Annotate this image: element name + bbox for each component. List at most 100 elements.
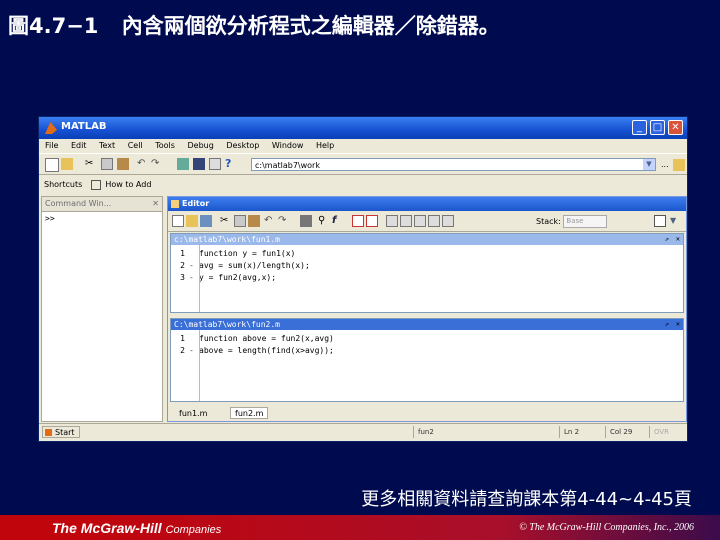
clear-breakpoints-icon[interactable] [366, 215, 378, 227]
tab-fun2[interactable]: fun2.m [230, 407, 269, 419]
code-line: 1 function y = fun1(x) [180, 249, 296, 258]
save-icon[interactable] [200, 215, 212, 227]
undock-icon[interactable]: ⇗ [665, 234, 669, 245]
close-button[interactable]: ✕ [668, 120, 683, 135]
command-window-panel[interactable]: Command Win... ✕ >> [41, 196, 163, 422]
step-in-icon[interactable] [400, 215, 412, 227]
editor-title: Editor [182, 199, 210, 208]
menu-text[interactable]: Text [99, 141, 115, 150]
status-file: fun2 [413, 426, 560, 438]
close-icon[interactable]: ✕ [676, 234, 680, 245]
file2-pane-header: C:\matlab7\work\fun2.m ⇗ ✕ [171, 319, 683, 330]
menu-edit[interactable]: Edit [71, 141, 87, 150]
file1-code[interactable]: 1 function y = fun1(x) 2- avg = sum(x)/len… [171, 245, 683, 284]
redo-icon[interactable]: ↷ [278, 215, 290, 227]
browse-folder-icon[interactable] [673, 159, 685, 171]
textbook-reference: 更多相關資料請查詢課本第4-44~4-45頁 [361, 489, 692, 510]
current-directory-value: c:\matlab7\work [255, 161, 320, 170]
menu-tools[interactable]: Tools [155, 141, 175, 150]
slide-title: 圖4.7−1 內含兩個欲分析程式之編輯器／除錯器。 [8, 10, 500, 40]
command-window-title: Command Win... [45, 199, 112, 208]
copyright-notice: © The McGraw-Hill Companies, Inc., 2006 [519, 522, 694, 533]
status-bar: Start fun2 Ln 2 Col 29 OVR [39, 423, 687, 441]
file1-pane[interactable]: c:\matlab7\work\fun1.m ⇗ ✕ 1 function y =… [170, 233, 684, 313]
window-title: MATLAB [61, 121, 107, 132]
file2-code[interactable]: 1 function above = fun2(x,avg) 2- above = … [171, 330, 683, 357]
editor-panel: Editor ✂ ↶ ↷ ⚲ f Stack: Base ▼ c:\matlab… [167, 196, 687, 422]
how-to-add-link[interactable]: How to Add [105, 180, 151, 189]
menu-desktop[interactable]: Desktop [226, 141, 259, 150]
copy-icon[interactable] [101, 158, 113, 170]
menu-window[interactable]: Window [272, 141, 304, 150]
find-icon[interactable]: ⚲ [318, 215, 330, 227]
redo-icon[interactable]: ↷ [151, 158, 163, 170]
code-line: 1 function above = fun2(x,avg) [180, 334, 334, 343]
step-icon[interactable] [386, 215, 398, 227]
stack-label: Stack: [536, 217, 561, 226]
status-line: Ln 2 [559, 426, 610, 438]
copy-icon[interactable] [234, 215, 246, 227]
current-directory-field[interactable]: c:\matlab7\work ▼ [251, 158, 656, 171]
command-prompt[interactable]: >> [42, 212, 162, 225]
mcgraw-hill-logo: The McGraw-Hill Companies [52, 520, 222, 536]
close-icon[interactable]: ✕ [676, 319, 680, 330]
code-line: 2- avg = sum(x)/length(x); [180, 261, 310, 270]
tab-fun1[interactable]: fun1.m [174, 407, 213, 419]
browse-button[interactable]: ... [661, 159, 673, 171]
figure-caption: 內含兩個欲分析程式之編輯器／除錯器。 [121, 14, 500, 38]
file2-path: C:\matlab7\work\fun2.m [174, 320, 280, 329]
menu-debug[interactable]: Debug [187, 141, 213, 150]
menu-cell[interactable]: Cell [128, 141, 143, 150]
menu-help[interactable]: Help [316, 141, 334, 150]
close-icon[interactable]: ✕ [152, 197, 159, 211]
profiler-icon[interactable] [209, 158, 221, 170]
continue-icon[interactable] [428, 215, 440, 227]
line-gutter [199, 330, 200, 401]
maximize-button[interactable]: □ [650, 120, 665, 135]
chevron-down-icon[interactable]: ▼ [643, 159, 655, 170]
stack-select[interactable]: Base [563, 215, 608, 228]
status-column: Col 29 [605, 426, 654, 438]
step-out-icon[interactable] [414, 215, 426, 227]
simulink-icon[interactable] [177, 158, 189, 170]
add-shortcut-icon[interactable] [90, 179, 101, 190]
open-folder-icon[interactable] [61, 158, 73, 170]
open-folder-icon[interactable] [186, 215, 198, 227]
cut-icon[interactable]: ✂ [85, 158, 97, 170]
function-icon[interactable]: f [332, 215, 344, 227]
exit-debug-icon[interactable] [442, 215, 454, 227]
menu-bar: File Edit Text Cell Tools Debug Desktop … [39, 139, 687, 153]
cut-icon[interactable]: ✂ [220, 215, 232, 227]
editor-header: Editor [168, 197, 686, 211]
stack-control: Stack: Base [536, 215, 608, 228]
shortcuts-label[interactable]: Shortcuts [44, 180, 82, 189]
undock-icon[interactable]: ⇗ [665, 319, 669, 330]
paste-icon[interactable] [117, 158, 129, 170]
shortcuts-toolbar: Shortcuts How to Add [39, 177, 687, 193]
code-line: 3-y = fun2(avg,x); [180, 273, 277, 282]
menu-file[interactable]: File [45, 141, 58, 150]
guide-icon[interactable] [193, 158, 205, 170]
undo-icon[interactable]: ↶ [137, 158, 149, 170]
line-gutter [199, 245, 200, 312]
layout-icon[interactable] [654, 215, 666, 227]
window-titlebar[interactable]: MATLAB _ □ ✕ [39, 117, 687, 139]
chevron-down-icon[interactable]: ▼ [670, 215, 682, 227]
new-file-icon[interactable] [45, 158, 59, 172]
code-line: 2- above = length(find(x>avg)); [180, 346, 334, 355]
new-file-icon[interactable] [172, 215, 184, 227]
paste-icon[interactable] [248, 215, 260, 227]
set-breakpoint-icon[interactable] [352, 215, 364, 227]
help-icon[interactable]: ? [225, 158, 237, 170]
editor-toolbar: ✂ ↶ ↷ ⚲ f Stack: Base ▼ [168, 211, 686, 232]
file2-pane[interactable]: C:\matlab7\work\fun2.m ⇗ ✕ 1 function abo… [170, 318, 684, 402]
print-icon[interactable] [300, 215, 312, 227]
matlab-logo-icon [45, 122, 57, 134]
minimize-button[interactable]: _ [632, 120, 647, 135]
editor-icon [171, 200, 179, 208]
document-tabs: fun1.m fun2.m [168, 405, 686, 421]
status-ovr: OVR [649, 426, 687, 438]
undo-icon[interactable]: ↶ [264, 215, 276, 227]
file1-pane-header: c:\matlab7\work\fun1.m ⇗ ✕ [171, 234, 683, 245]
start-button[interactable]: Start [42, 426, 80, 438]
